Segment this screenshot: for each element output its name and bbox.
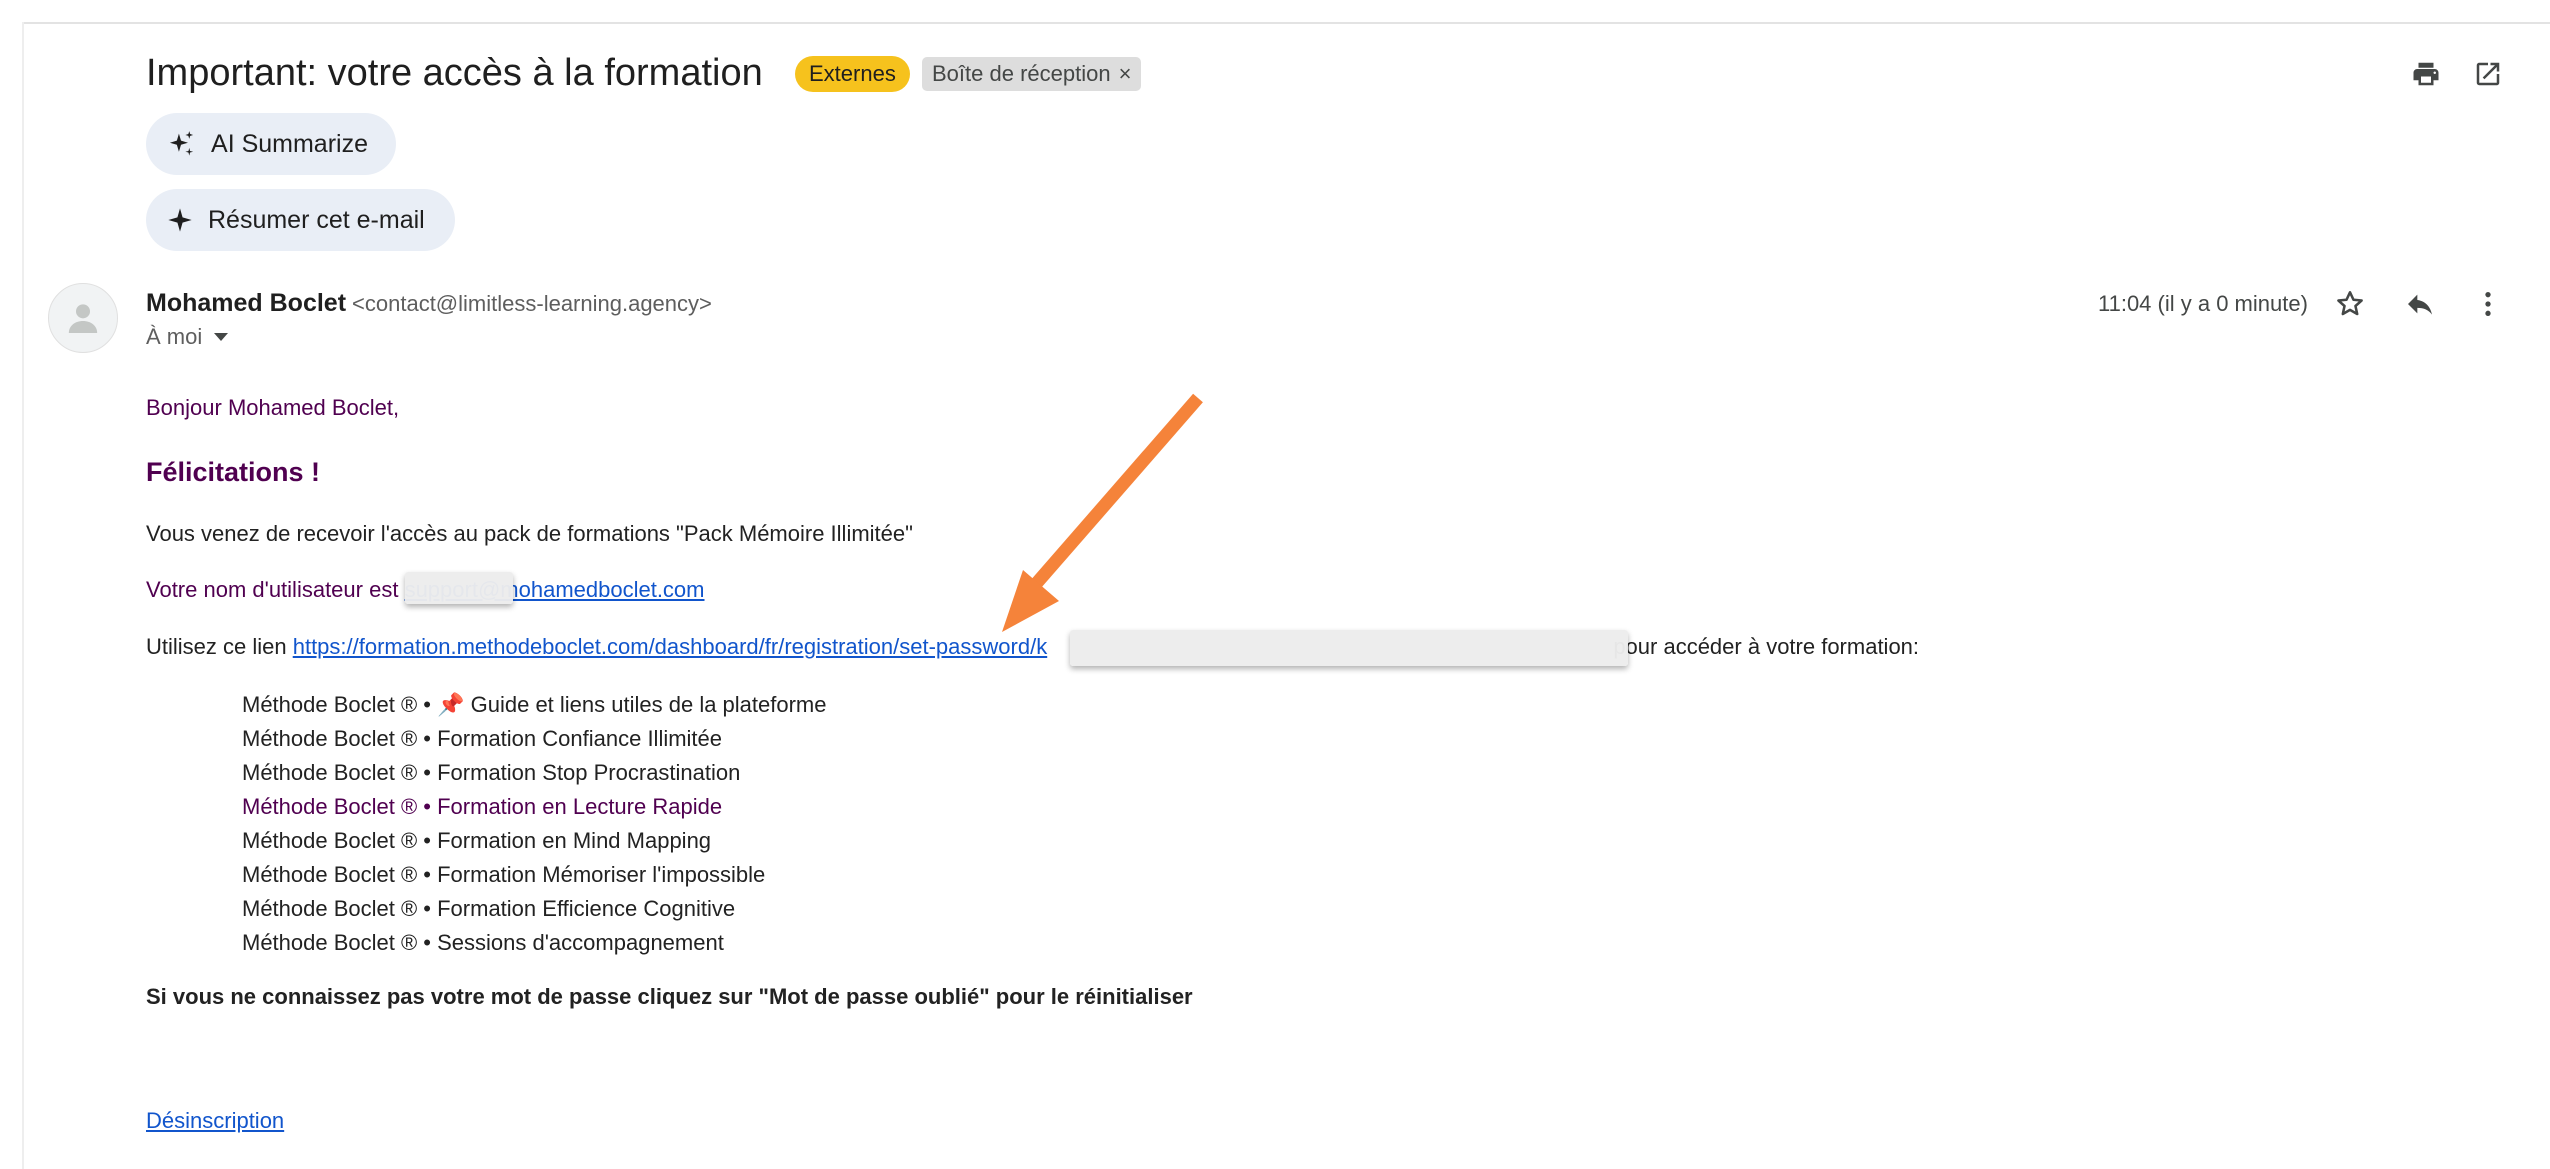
star-button[interactable] xyxy=(2330,284,2370,324)
course-item: Méthode Boclet ® • Formation en Mind Map… xyxy=(242,828,712,853)
recipient-details-dropdown[interactable] xyxy=(214,333,229,341)
sparkle-icon xyxy=(169,131,194,156)
congrats-heading: Félicitations ! xyxy=(146,457,321,487)
redaction-username xyxy=(405,572,513,604)
person-icon xyxy=(68,304,98,333)
more-options-button[interactable] xyxy=(2468,284,2508,324)
unsubscribe-link[interactable]: Désinscription xyxy=(146,1106,284,1136)
redaction-link-token xyxy=(1070,630,1628,666)
course-item: Méthode Boclet ® • 📌 Guide et liens util… xyxy=(242,692,827,717)
summarize-email-label: Résumer cet e-mail xyxy=(208,205,425,234)
print-button[interactable] xyxy=(2406,54,2446,94)
remove-label-button[interactable]: × xyxy=(1119,61,1132,86)
course-item: Méthode Boclet ® • Formation Confiance I… xyxy=(242,726,723,751)
forgot-password-note: Si vous ne connaissez pas votre mot de p… xyxy=(146,984,1193,1009)
more-vert-icon xyxy=(2485,292,2491,316)
password-link-line: Utilisez ce lien https://formation.metho… xyxy=(146,632,1919,662)
course-item: Méthode Boclet ® • Formation en Lecture … xyxy=(242,794,723,819)
email-time: 11:04 (il y a 0 minute) xyxy=(2098,291,2308,316)
course-item: Méthode Boclet ® • Formation Stop Procra… xyxy=(242,760,741,785)
username-prefix: Votre nom d'utilisateur est xyxy=(146,577,405,602)
link-prefix: Utilisez ce lien xyxy=(146,634,293,659)
course-item: Méthode Boclet ® • Formation Mémoriser l… xyxy=(242,862,766,887)
recipient-label: À moi xyxy=(146,324,203,349)
header-divider xyxy=(23,22,2550,24)
open-new-window-button[interactable] xyxy=(2468,54,2508,94)
annotation-arrow-head xyxy=(1002,570,1059,632)
ai-summarize-button[interactable]: AI Summarize xyxy=(146,113,396,175)
link-suffix: pour accéder à votre formation: xyxy=(1607,634,1920,659)
label-externes: Externes xyxy=(795,56,910,92)
reply-button[interactable] xyxy=(2400,284,2440,324)
summarize-email-button[interactable]: Résumer cet e-mail xyxy=(146,189,455,251)
course-item: Méthode Boclet ® • Sessions d'accompagne… xyxy=(242,930,724,955)
sender-email: <contact@limitless-learning.agency> xyxy=(352,291,712,316)
unsubscribe-link-text[interactable]: Désinscription xyxy=(146,1108,284,1133)
ai-summarize-label: AI Summarize xyxy=(211,129,368,158)
label-inbox-text: Boîte de réception xyxy=(932,61,1111,86)
greeting: Bonjour Mohamed Boclet, xyxy=(146,395,400,420)
access-text: Vous venez de recevoir l'accès au pack d… xyxy=(146,521,913,546)
star-icon xyxy=(2337,291,2363,316)
sender-name[interactable]: Mohamed Boclet xyxy=(146,289,346,317)
recipient-line[interactable]: À moi xyxy=(146,322,229,352)
sender-avatar xyxy=(48,283,118,353)
left-border xyxy=(22,22,24,1169)
label-inbox[interactable]: Boîte de réception × xyxy=(922,57,1142,91)
reply-icon xyxy=(2408,294,2432,315)
sender-line: Mohamed Boclet <contact@limitless-learnin… xyxy=(146,287,712,320)
print-icon xyxy=(2413,62,2439,86)
set-password-link[interactable]: https://formation.methodeboclet.com/dash… xyxy=(293,634,1047,659)
course-list: Méthode Boclet ® • 📌 Guide et liens util… xyxy=(242,688,827,960)
annotation-arrow-shaft xyxy=(1030,393,1203,590)
course-item: Méthode Boclet ® • Formation Efficience … xyxy=(242,896,736,921)
sparkle-icon xyxy=(168,208,192,232)
email-subject: Important: votre accès à la formation xyxy=(146,52,763,94)
open-in-new-icon xyxy=(2476,62,2500,86)
